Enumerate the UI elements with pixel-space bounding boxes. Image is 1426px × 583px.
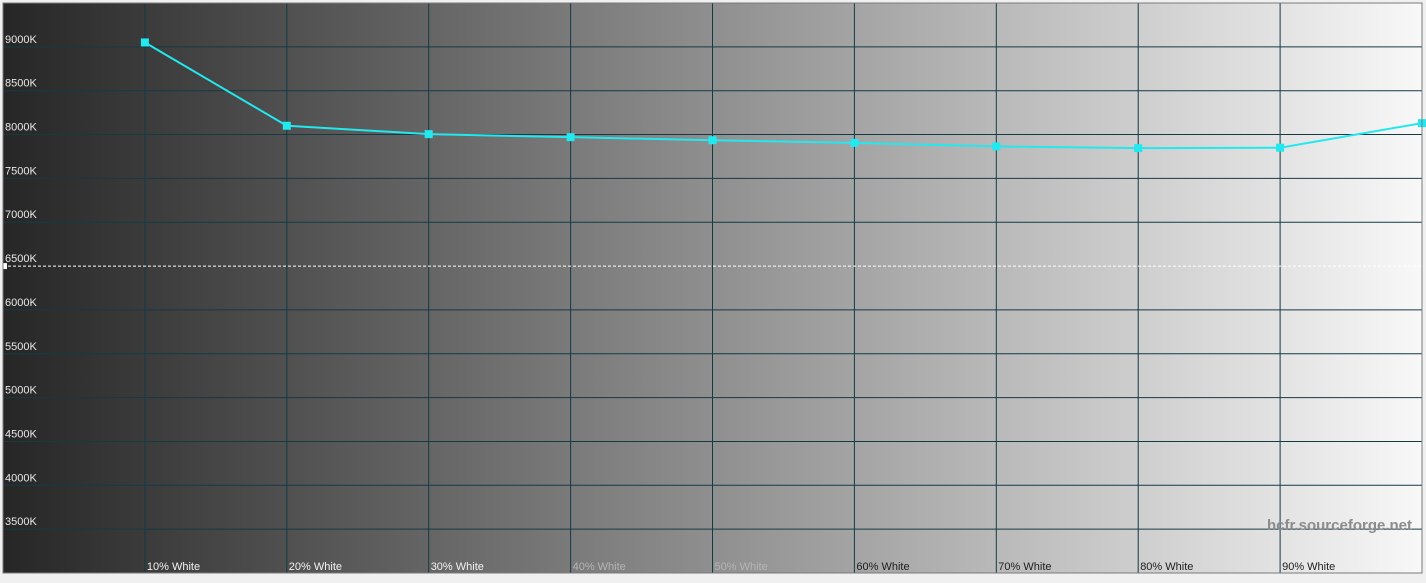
x-tick-label: 50% White: [715, 561, 768, 573]
y-tick-label: 5000K: [5, 385, 37, 397]
data-point: [708, 136, 717, 145]
y-tick-label: 9000K: [5, 34, 37, 46]
cct-chart: 3500K 4000K 4500K 5000K 5500K 6000K 6500K 7000K…: [0, 0, 1426, 578]
x-tick-label: 90% White: [1282, 561, 1335, 573]
y-tick-label: 6500K: [5, 253, 37, 265]
chart-plot: 3500K 4000K 4500K 5000K 5500K 6000K 6500K 7000K…: [2, 2, 1426, 574]
x-tick-label: 40% White: [573, 561, 626, 573]
x-tick-label: 30% White: [431, 561, 484, 573]
y-tick-label: 8500K: [5, 78, 37, 90]
data-point: [1134, 144, 1143, 153]
y-tick-label: 6000K: [5, 297, 37, 309]
x-tick-label: 20% White: [289, 561, 342, 573]
data-point: [140, 38, 149, 47]
watermark: hcfr.sourceforge.net: [1267, 517, 1412, 534]
y-tick-label: 5500K: [5, 341, 37, 353]
y-tick-label: 3500K: [5, 516, 37, 528]
data-point: [992, 142, 1001, 151]
x-tick-label: 60% White: [856, 561, 909, 573]
x-tick-label: 80% White: [1140, 561, 1193, 573]
y-tick-label: 7000K: [5, 209, 37, 221]
data-point: [566, 133, 575, 142]
y-tick-label: 4500K: [5, 428, 37, 440]
data-point: [850, 138, 859, 147]
x-tick-label: 70% White: [998, 561, 1051, 573]
y-tick-label: 7500K: [5, 165, 37, 177]
data-point: [424, 130, 433, 139]
y-tick-label: 8000K: [5, 122, 37, 134]
data-point: [1276, 143, 1285, 152]
x-tick-labels: 10% White 20% White 30% White 40% White 50% …: [147, 561, 1335, 573]
data-point: [282, 121, 291, 130]
x-tick-label: 10% White: [147, 561, 200, 573]
y-tick-label: 4000K: [5, 472, 37, 484]
